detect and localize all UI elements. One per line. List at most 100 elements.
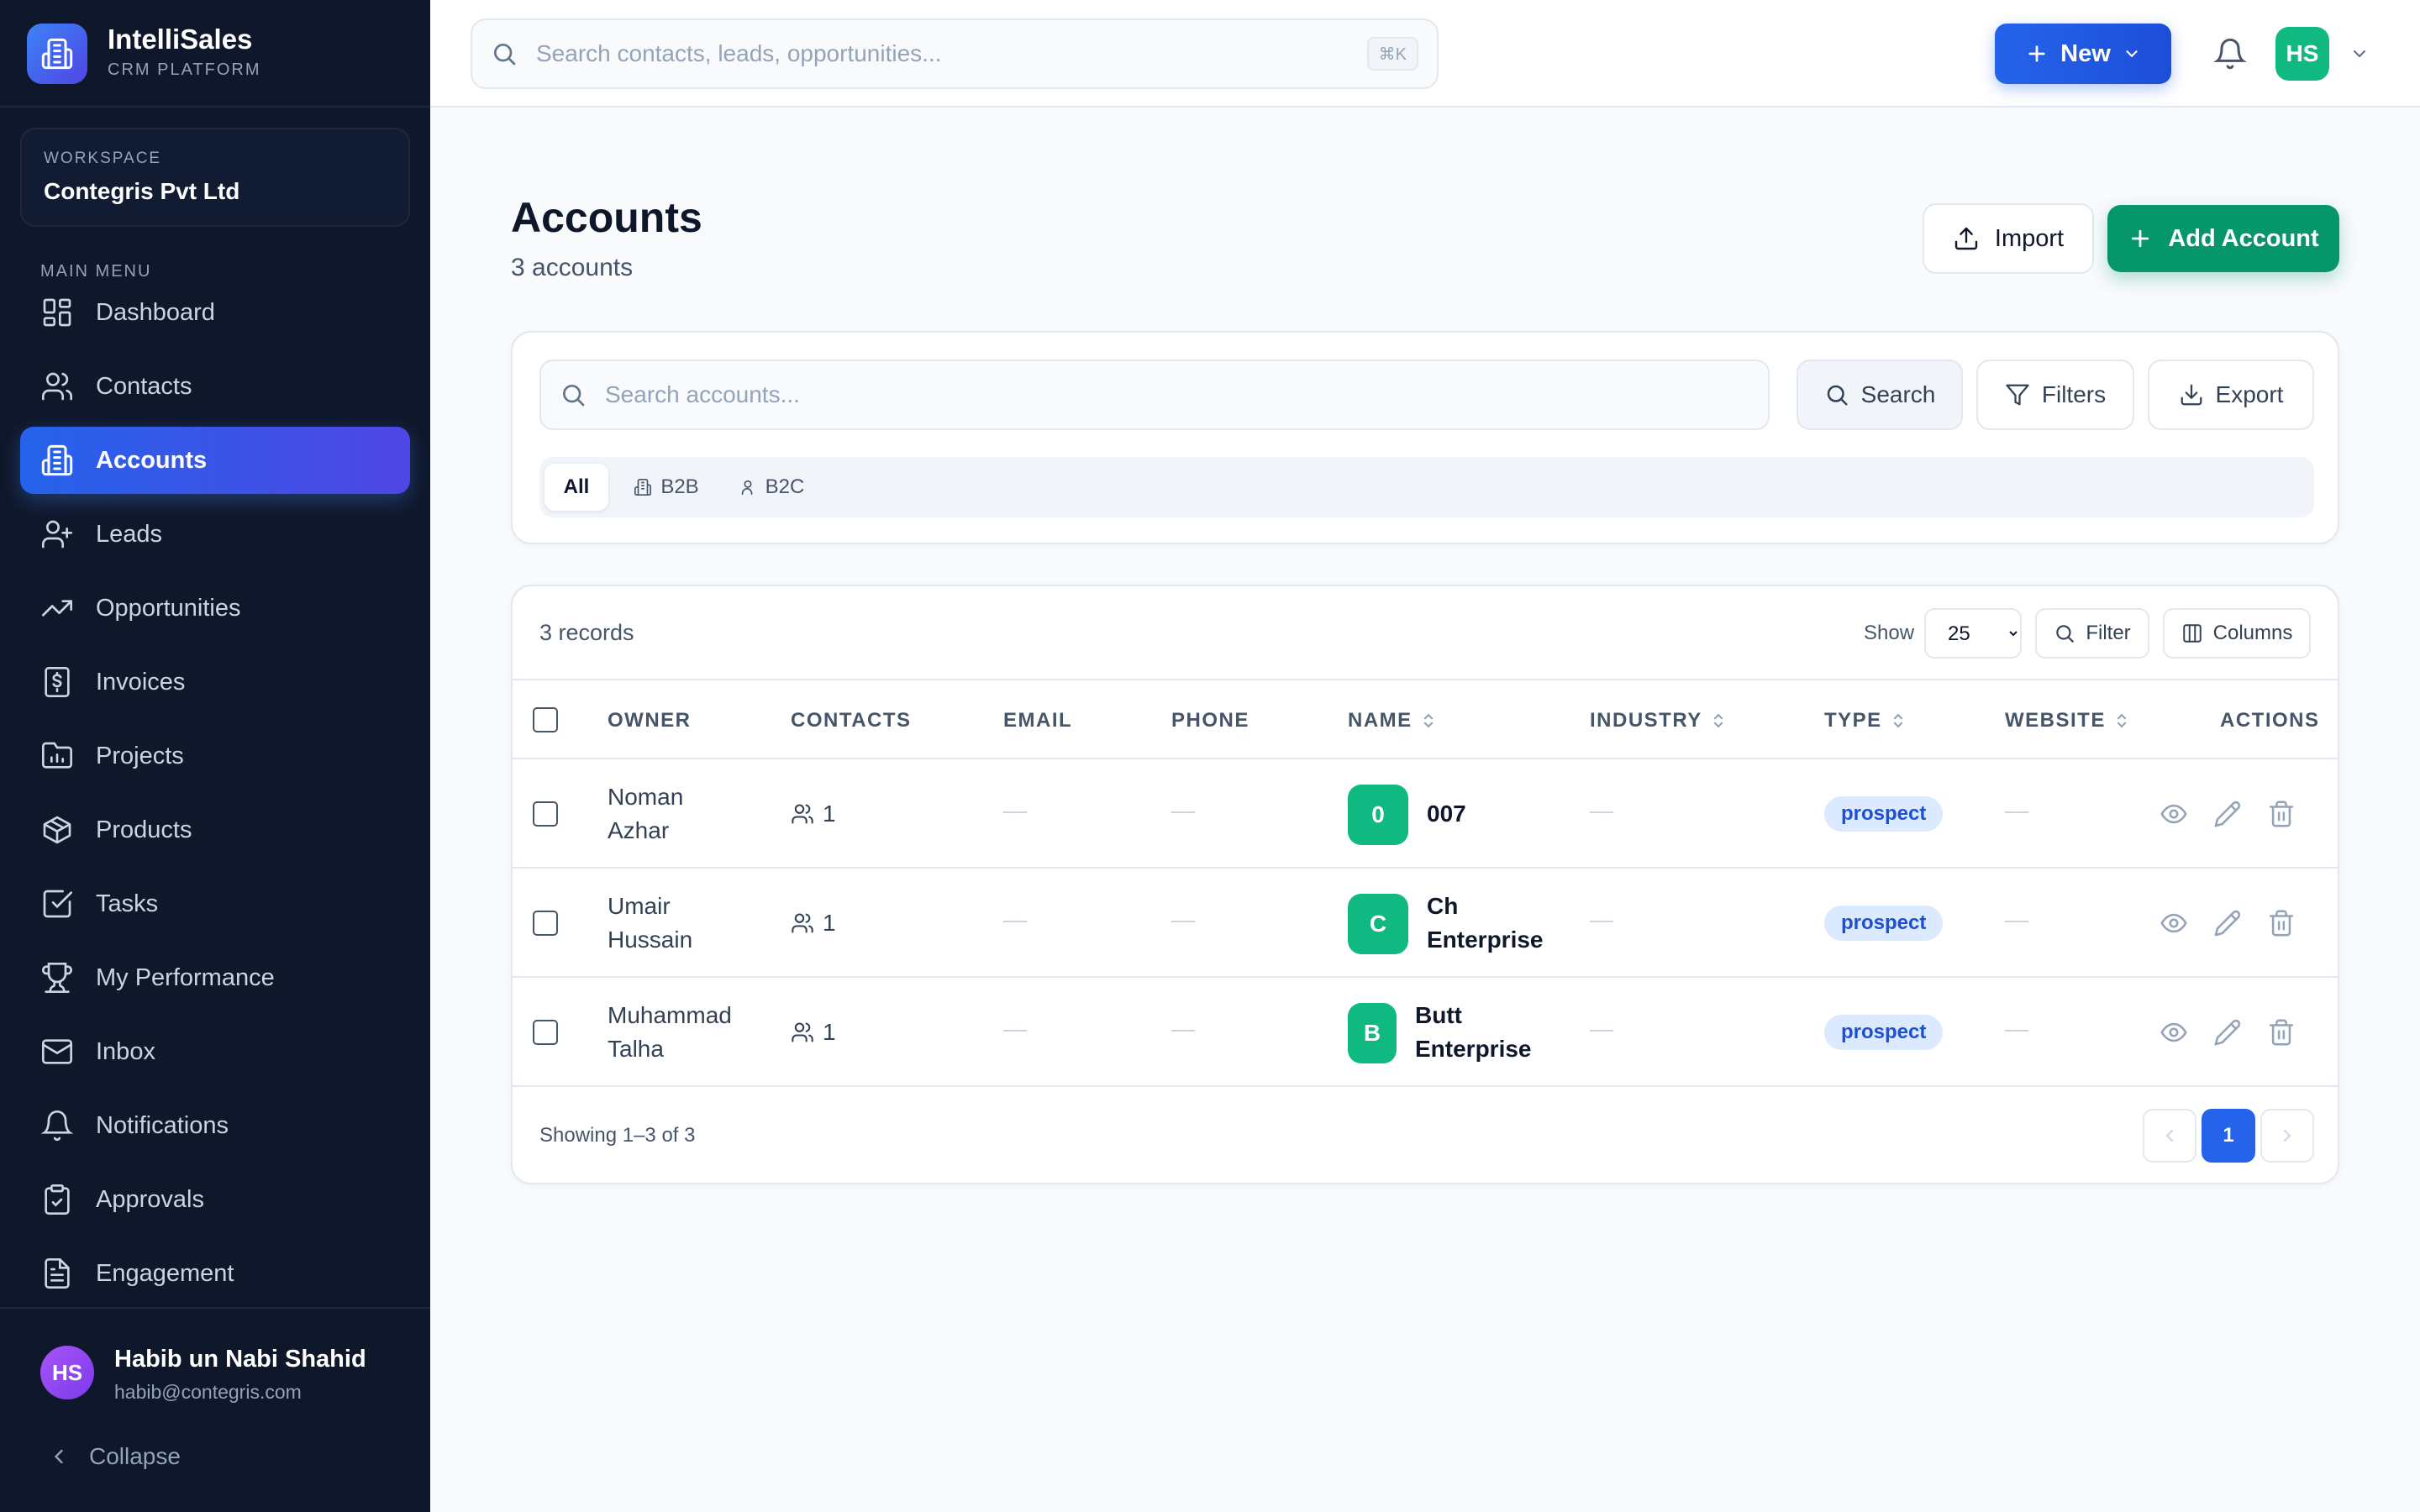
page-number-button[interactable]: 1 [2202,1109,2255,1163]
sidebar-item-dashboard[interactable]: Dashboard [20,279,410,346]
account-search-input[interactable] [605,381,1697,408]
page-size-select[interactable]: 10 25 50 100 [1924,608,2022,659]
sidebar-item-label: Approvals [96,1185,204,1213]
sidebar-item-projects[interactable]: Projects [20,722,410,790]
contacts-cell: 1 [791,1016,836,1049]
new-button[interactable]: New [1995,24,2171,84]
trending-up-icon [42,600,72,617]
view-icon[interactable] [2160,1018,2188,1047]
table-row[interactable]: Noman Azhar 1 0 007 prospect [513,759,2338,869]
column-industry[interactable]: INDUSTRY [1590,709,1726,732]
sidebar-item-approvals[interactable]: Approvals [20,1166,410,1233]
owner-cell: Noman Azhar [608,780,683,848]
edit-icon[interactable] [2213,800,2242,828]
filters-button-label: Filters [2041,381,2107,407]
column-owner-label: OWNER [608,709,692,732]
sidebar-item-label: Opportunities [96,594,241,622]
sidebar-item-tasks[interactable]: Tasks [20,870,410,937]
table-row[interactable]: Muhammad Talha 1 B Butt Enterprise prosp… [513,978,2338,1087]
pagination-summary: Showing 1–3 of 3 [539,1124,696,1147]
profile-chevron-down-icon[interactable] [2349,44,2370,64]
user-avatar[interactable]: HS [40,1346,94,1399]
sidebar-item-invoices[interactable]: Invoices [20,648,410,716]
sidebar-item-my-performance[interactable]: My Performance [20,944,410,1011]
column-type-label: TYPE [1824,709,1882,732]
sidebar-footer: HS Habib un Nabi Shahid habib@contegris.… [0,1307,430,1512]
global-search[interactable]: ⌘K [471,18,1439,89]
delete-icon[interactable] [2267,1018,2296,1047]
column-type[interactable]: TYPE [1824,709,1906,732]
account-name-line1: Ch [1427,893,1459,919]
add-account-button[interactable]: Add Account [2107,205,2339,272]
phone-empty [1171,811,1195,813]
sidebar-item-leads[interactable]: Leads [20,501,410,568]
checkbox-icon [43,890,72,918]
workspace-switcher[interactable]: WORKSPACE Contegris Pvt Ltd [20,128,410,227]
table-row[interactable]: Umair Hussain 1 C Ch Enterprise prospect [513,869,2338,978]
column-name[interactable]: NAME [1348,709,1436,732]
website-empty [2005,1030,2028,1032]
type-badge: prospect [1824,796,1944,832]
column-website[interactable]: WEBSITE [2005,709,2129,732]
export-button-label: Export [2215,381,2284,407]
edit-icon[interactable] [2213,1018,2242,1047]
sidebar-item-label: Leads [96,520,163,548]
sidebar-item-label: Accounts [96,446,208,474]
sidebar-item-engagement[interactable]: Engagement [20,1240,410,1307]
prev-page-button[interactable] [2143,1109,2196,1163]
filters-button[interactable]: Filters [1976,360,2134,430]
table-filter-button[interactable]: Filter [2035,608,2149,659]
sidebar-item-opportunities[interactable]: Opportunities [20,575,410,642]
segment-b2b[interactable]: B2B [620,464,713,511]
sidebar-item-products[interactable]: Products [20,796,410,864]
account-name[interactable]: 007 [1427,797,1466,831]
phone-empty [1171,921,1195,922]
export-button[interactable]: Export [2148,360,2314,430]
profile-avatar[interactable]: HS [2275,27,2329,81]
download-icon [2181,384,2202,406]
view-icon[interactable] [2160,909,2188,937]
owner-last-name: Azhar [608,817,670,843]
row-checkbox[interactable] [533,1020,558,1045]
import-button[interactable]: Import [1923,203,2094,274]
account-search[interactable] [539,360,1770,430]
row-checkbox[interactable] [533,801,558,827]
select-all-checkbox[interactable] [533,707,558,732]
delete-icon[interactable] [2267,909,2296,937]
collapse-button[interactable]: Collapse [47,1443,181,1470]
account-name[interactable]: Butt Enterprise [1415,999,1532,1066]
segment-b2c[interactable]: B2C [726,464,817,511]
column-contacts-label: CONTACTS [791,709,912,732]
notifications-bell-icon[interactable] [2213,37,2247,71]
user-plus-icon [42,520,72,549]
sidebar-item-contacts[interactable]: Contacts [20,353,410,420]
table-header: OWNER CONTACTS EMAIL PHONE NAME INDUSTRY… [513,679,2338,759]
view-icon[interactable] [2160,800,2188,828]
segment-all[interactable]: All [544,464,608,511]
industry-empty [1590,811,1613,813]
columns-button[interactable]: Columns [2163,608,2311,659]
sidebar: IntelliSales CRM PLATFORM WORKSPACE Cont… [0,0,430,1512]
search-shortcut: ⌘K [1366,37,1418,71]
global-search-input[interactable] [536,40,1292,67]
edit-icon[interactable] [2213,909,2242,937]
next-page-button[interactable] [2260,1109,2314,1163]
sidebar-item-notifications[interactable]: Notifications [20,1092,410,1159]
page-title: Accounts [511,194,702,241]
account-name-line1: Butt [1415,1002,1462,1028]
account-avatar: 0 [1348,785,1408,845]
industry-empty [1590,921,1613,922]
sidebar-item-accounts[interactable]: Accounts [20,427,410,494]
search-icon [494,44,516,66]
column-name-label: NAME [1348,709,1413,732]
row-checkbox[interactable] [533,911,558,936]
search-button[interactable]: Search [1797,360,1963,430]
sidebar-item-inbox[interactable]: Inbox [20,1018,410,1085]
delete-icon[interactable] [2267,800,2296,828]
sidebar-item-label: Products [96,816,192,843]
contacts-cell: 1 [791,906,836,940]
account-name-line2: Enterprise [1427,927,1544,953]
user-name: Habib un Nabi Shahid [114,1346,366,1373]
account-name[interactable]: Ch Enterprise [1427,890,1544,957]
column-phone-label: PHONE [1171,709,1249,732]
